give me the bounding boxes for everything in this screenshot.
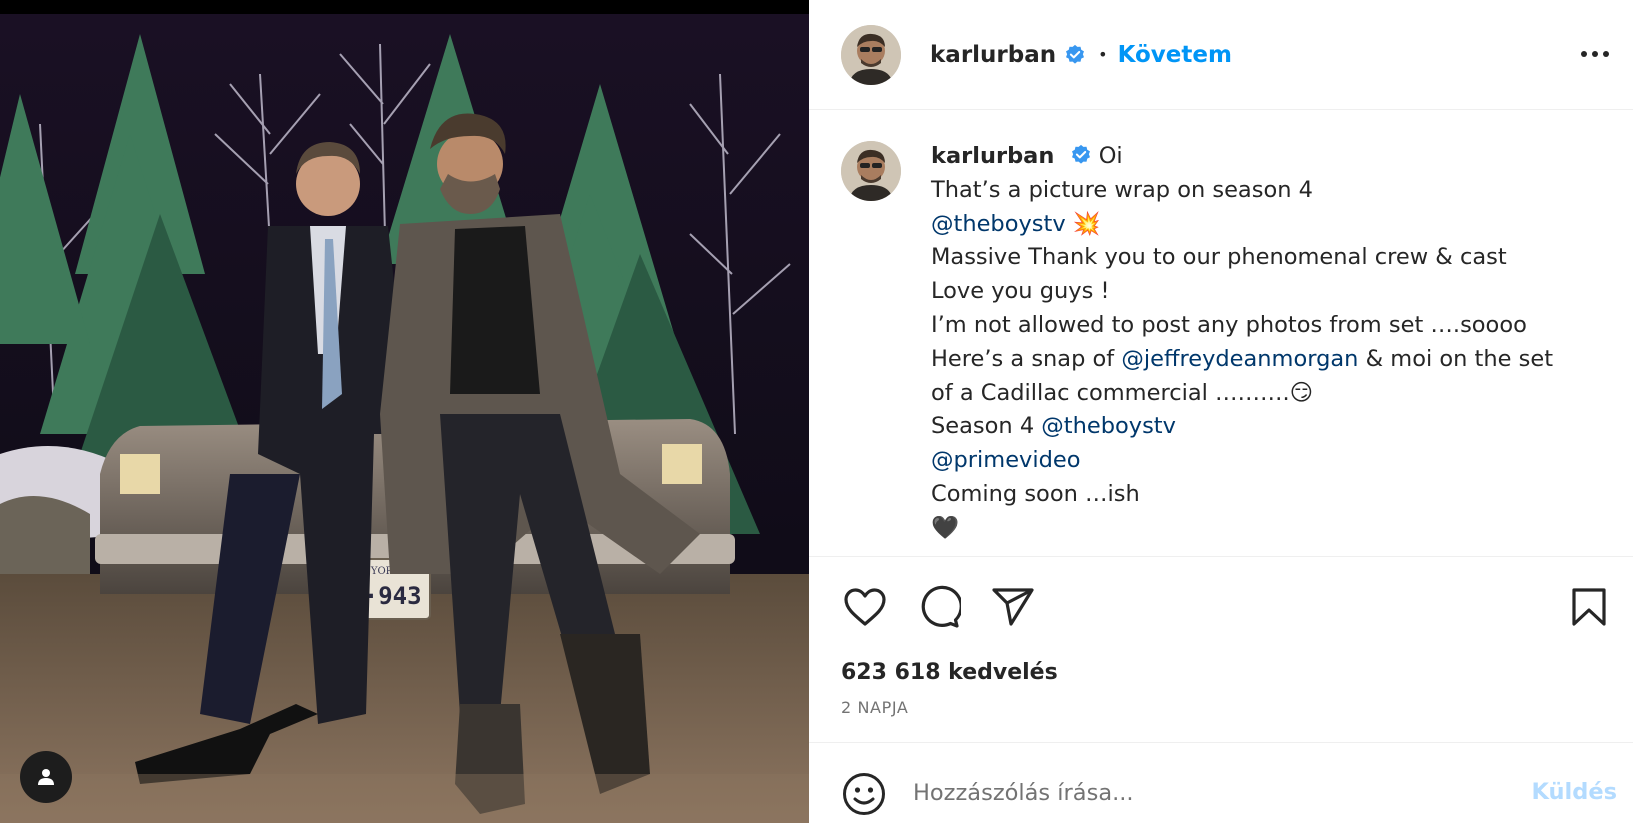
post-caption: karlurban Oi That’s a picture wrap on se… [841, 140, 1611, 555]
caption-fragment: Here’s a snap of [931, 345, 1122, 372]
user-tag-icon [38, 769, 54, 785]
mention-link[interactable]: @primevideo [931, 447, 1081, 473]
heart-icon [844, 588, 886, 626]
paper-plane-icon [992, 588, 1034, 626]
caption-fragment: That’s a picture wrap on season 4 [931, 176, 1313, 203]
caption-fragment: 💥 [1065, 210, 1101, 237]
verified-badge-icon [1066, 44, 1085, 64]
photo-illustration: NEW YORK MQW·943 [0, 14, 809, 823]
comment-button[interactable] [915, 583, 963, 631]
avatar-image [841, 24, 901, 85]
caption-line: Massive Thank you to our phenomenal crew… [931, 241, 1591, 275]
post-photo-panel: NEW YORK MQW·943 [0, 0, 809, 823]
following-button[interactable]: Követem [1118, 42, 1232, 68]
caption-line: @primevideo [931, 444, 1591, 478]
caption-text: karlurban Oi That’s a picture wrap on se… [931, 140, 1591, 555]
caption-line: @theboystv 💥 [931, 208, 1591, 242]
caption-fragment: Massive Thank you to our phenomenal crew… [931, 244, 1507, 271]
caption-line: Season 4 @theboystv [931, 410, 1591, 444]
share-button[interactable] [989, 583, 1037, 631]
smiley-icon [843, 773, 885, 815]
post-author-username[interactable]: karlurban [930, 42, 1056, 68]
save-button[interactable] [1565, 583, 1613, 631]
post-photo: NEW YORK MQW·943 [0, 14, 809, 823]
caption-fragment: Oi [1098, 143, 1123, 169]
avatar-image [841, 141, 901, 201]
likes-count[interactable]: 623 618 kedvelés [841, 660, 1058, 685]
comment-input[interactable] [913, 773, 1473, 813]
post-header: karlurban • Követem [809, 0, 1633, 110]
emoji-picker-button[interactable] [841, 771, 887, 817]
verified-badge-icon [1071, 144, 1090, 164]
more-options-button[interactable] [1577, 36, 1613, 72]
caption-fragment: Love you guys ! [931, 278, 1110, 305]
caption-fragment: & moi on the set [1358, 345, 1554, 372]
caption-fragment: Season 4 [931, 413, 1042, 440]
caption-username[interactable]: karlurban [931, 143, 1054, 169]
avatar[interactable] [841, 24, 901, 85]
mention-link[interactable]: @theboystv [1041, 413, 1176, 439]
post-timestamp[interactable]: 2 NAPJA [841, 698, 908, 717]
caption-line: karlurban Oi [931, 140, 1591, 174]
caption-line: Love you guys ! [931, 275, 1591, 309]
mention-link[interactable]: @jeffreydeanmorgan [1121, 346, 1358, 372]
caption-fragment: 🖤 [931, 514, 960, 541]
more-horizontal-icon [1581, 51, 1609, 57]
caption-line: That’s a picture wrap on season 4 [931, 174, 1591, 208]
caption-fragment: I’m not allowed to post any photos from … [931, 311, 1527, 338]
separator-dot: • [1098, 45, 1108, 64]
bookmark-icon [1572, 588, 1606, 626]
caption-line: I’m not allowed to post any photos from … [931, 309, 1591, 343]
mention-link[interactable]: @theboystv [931, 211, 1066, 237]
post-side-panel: karlurban • Követem karlurban Oi That’s … [809, 0, 1633, 823]
caption-line: 🖤 [931, 512, 1591, 546]
caption-fragment: of a Cadillac commercial ……….😏 [931, 379, 1314, 406]
tagged-users-button[interactable] [20, 751, 72, 803]
caption-fragment: Coming soon …ish [931, 480, 1140, 507]
caption-avatar[interactable] [841, 141, 901, 201]
caption-line: Here’s a snap of @jeffreydeanmorgan & mo… [931, 343, 1591, 377]
comment-icon [921, 585, 961, 628]
caption-line: Coming soon …ish [931, 478, 1591, 512]
comment-form: Küldés [809, 742, 1633, 823]
post-comment-button[interactable]: Küldés [1531, 779, 1617, 805]
like-button[interactable] [841, 583, 889, 631]
caption-line: of a Cadillac commercial ……….😏 [931, 377, 1591, 411]
post-actions [809, 556, 1633, 656]
